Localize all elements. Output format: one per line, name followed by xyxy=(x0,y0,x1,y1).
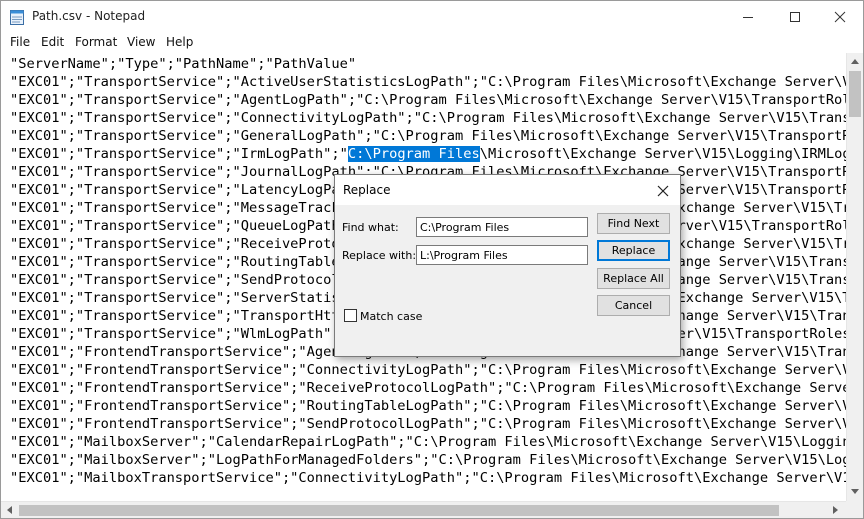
replace-button[interactable]: Replace xyxy=(597,240,670,261)
dialog-close-button[interactable] xyxy=(653,181,673,201)
text-line[interactable]: "EXC01";"TransportService";"GeneralLogPa… xyxy=(10,127,846,145)
menu-file[interactable]: File xyxy=(10,35,30,49)
find-what-label: Find what: xyxy=(342,221,399,234)
maximize-button[interactable] xyxy=(772,1,818,33)
minimize-button[interactable] xyxy=(725,1,771,33)
menu-edit[interactable]: Edit xyxy=(41,35,64,49)
window-title: Path.csv - Notepad xyxy=(32,9,146,23)
close-button[interactable] xyxy=(817,1,863,33)
vertical-scrollbar[interactable] xyxy=(846,53,863,501)
text-line[interactable]: "EXC01";"MailboxServer";"LogPathForManag… xyxy=(10,451,846,469)
text-line[interactable]: "ServerName";"Type";"PathName";"PathValu… xyxy=(10,55,846,73)
menu-bar: File Edit Format View Help xyxy=(1,33,863,53)
scroll-corner xyxy=(846,501,863,518)
scroll-down-icon[interactable] xyxy=(851,489,859,494)
scroll-right-icon[interactable] xyxy=(833,506,838,514)
text-line[interactable]: "EXC01";"FrontendTransportService";"Conn… xyxy=(10,361,846,379)
match-case-checkbox[interactable] xyxy=(344,309,357,322)
vertical-scroll-thumb[interactable] xyxy=(849,71,861,117)
notepad-window: Path.csv - Notepad File Edit Format View… xyxy=(0,0,864,519)
text-line[interactable]: "EXC01";"FrontendTransportService";"Rout… xyxy=(10,397,846,415)
text-line[interactable]: "EXC01";"MailboxTransportService";"Conne… xyxy=(10,469,846,487)
maximize-icon xyxy=(790,12,800,22)
title-bar[interactable]: Path.csv - Notepad xyxy=(1,1,863,33)
replace-with-label: Replace with: xyxy=(342,249,417,262)
notepad-icon xyxy=(10,9,24,25)
find-next-button[interactable]: Find Next xyxy=(597,213,670,234)
replace-with-input[interactable]: L:\Program Files xyxy=(416,245,588,265)
minimize-icon xyxy=(743,17,753,18)
text-line[interactable]: "EXC01";"MailboxServer";"CalendarRepairL… xyxy=(10,433,846,451)
dialog-title-bar[interactable]: Replace xyxy=(335,175,680,205)
text-line[interactable]: "EXC01";"TransportService";"ActiveUserSt… xyxy=(10,73,846,91)
replace-dialog: Replace Find what: C:\Program Files Repl… xyxy=(334,174,681,357)
text-line[interactable]: "EXC01";"TransportService";"AgentLogPath… xyxy=(10,91,846,109)
text-line[interactable]: "EXC01";"FrontendTransportService";"Rece… xyxy=(10,379,846,397)
menu-help[interactable]: Help xyxy=(166,35,193,49)
menu-format[interactable]: Format xyxy=(75,35,117,49)
text-line[interactable]: "EXC01";"TransportService";"IrmLogPath";… xyxy=(10,145,846,163)
menu-view[interactable]: View xyxy=(127,35,155,49)
scroll-left-icon[interactable] xyxy=(7,506,12,514)
match-case-label[interactable]: Match case xyxy=(360,310,422,323)
scroll-up-icon[interactable] xyxy=(851,59,859,64)
close-icon xyxy=(834,11,846,23)
find-what-input[interactable]: C:\Program Files xyxy=(416,217,588,237)
dialog-title: Replace xyxy=(343,183,391,197)
text-line[interactable]: "EXC01";"TransportService";"Connectivity… xyxy=(10,109,846,127)
selected-text[interactable]: C:\Program Files xyxy=(347,146,480,162)
cancel-button[interactable]: Cancel xyxy=(597,295,670,316)
text-line[interactable]: "EXC01";"FrontendTransportService";"Send… xyxy=(10,415,846,433)
horizontal-scroll-thumb[interactable] xyxy=(19,505,779,516)
replace-all-button[interactable]: Replace All xyxy=(597,268,670,289)
close-icon xyxy=(657,185,669,197)
horizontal-scrollbar[interactable] xyxy=(1,501,846,518)
